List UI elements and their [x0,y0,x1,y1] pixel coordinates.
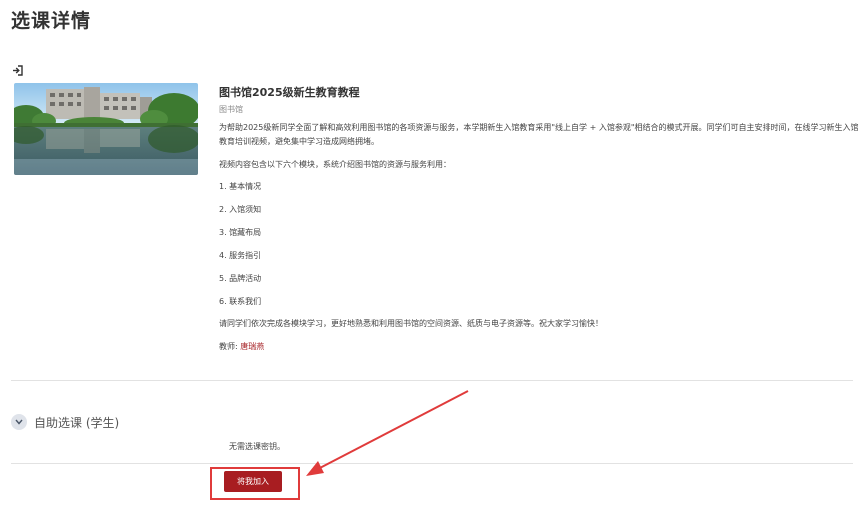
module-item: 4. 服务指引 [219,251,262,260]
enrol-section-title[interactable]: 自助选课 (学生) [34,414,119,431]
chevron-down-icon[interactable] [11,414,27,430]
teacher-info: 教师: 唐瑞燕 [219,341,264,352]
enrol-key-note: 无需选课密钥。 [229,442,285,451]
annotation-arrow [306,390,469,476]
teacher-name-link[interactable]: 唐瑞燕 [240,342,264,351]
course-category: 图书馆 [219,105,243,114]
module-list: 1. 基本情况 2. 入馆须知 3. 馆藏布局 4. 服务指引 5. 品牌活动 … [219,180,261,318]
page-title: 选课详情 [11,10,92,32]
module-item: 3. 馆藏布局 [219,228,262,237]
course-intro: 视频内容包含以下六个模块，系统介绍图书馆的资源与服务利用： [219,160,451,169]
sign-in-icon[interactable] [12,61,23,76]
enrol-me-button[interactable]: 将我加入 [224,471,282,492]
module-item: 1. 基本情况 [219,182,262,191]
course-summary: 为帮助2025级新同学全面了解和高效利用图书馆的各项资源与服务，本学期新生入馆教… [219,123,859,146]
teacher-label: 教师: [219,342,241,351]
module-item: 6. 联系我们 [219,297,262,306]
divider [11,463,853,464]
module-item: 5. 品牌活动 [219,274,262,283]
course-closing: 请同学们依次完成各模块学习，更好地熟悉和利用图书馆的空间资源、纸质与电子资源等。… [219,319,603,328]
course-image[interactable] [14,83,198,175]
divider [11,380,853,381]
module-item: 2. 入馆须知 [219,205,262,214]
course-title[interactable]: 图书馆2025级新生教育教程 [219,84,360,100]
